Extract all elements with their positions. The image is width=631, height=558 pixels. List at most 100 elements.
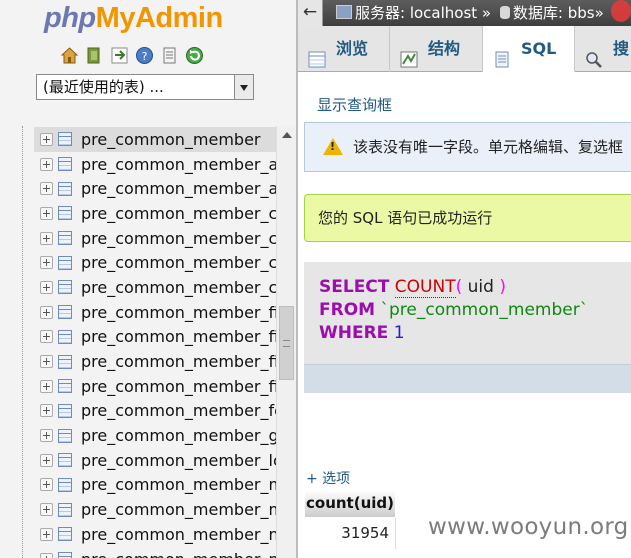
table-icon xyxy=(58,428,72,443)
table-name[interactable]: pre_common_member_fc xyxy=(81,401,276,420)
phpmyadmin-logo[interactable]: phpMyAdmin xyxy=(44,2,223,35)
sql-action-bar xyxy=(304,364,631,393)
table-tree-item[interactable]: pre_common_member_c xyxy=(34,226,276,251)
recent-tables-select[interactable]: (最近使用的表) ... xyxy=(36,74,254,100)
notice-text: 该表没有唯一字段。单元格编辑、复选框 xyxy=(353,138,624,156)
expand-plus-icon[interactable] xyxy=(40,429,53,443)
table-name[interactable]: pre_common_member_m xyxy=(81,475,276,494)
expand-plus-icon[interactable] xyxy=(40,552,53,558)
table-tree-item[interactable]: pre_common_member_fi xyxy=(34,300,276,325)
table-name[interactable]: pre_common_member_a xyxy=(81,155,276,174)
breadcrumb-trail: 服务器: localhost » 数据库: bbs» xyxy=(336,0,604,26)
table-name[interactable]: pre_common_member_lc xyxy=(81,451,276,470)
scroll-up-icon[interactable] xyxy=(282,132,292,138)
table-name[interactable]: pre_common_member_c xyxy=(81,204,276,223)
table-icon xyxy=(58,552,72,558)
table-name[interactable]: pre_common_member_c xyxy=(81,278,276,297)
exit-icon[interactable] xyxy=(85,46,104,65)
expand-plus-icon[interactable] xyxy=(40,280,53,294)
table-name[interactable]: pre_common_member_n xyxy=(81,550,276,558)
table-name[interactable]: pre_common_member_c xyxy=(81,253,276,272)
table-icon xyxy=(58,527,72,542)
table-name[interactable]: pre_common_member_a xyxy=(81,179,276,198)
breadcrumb-database[interactable]: 数据库: bbs» xyxy=(513,4,604,22)
sql-function-count[interactable]: COUNT xyxy=(394,277,456,298)
tab-sql[interactable]: SQL xyxy=(483,26,575,72)
home-icon[interactable] xyxy=(60,46,79,65)
chevron-down-icon[interactable] xyxy=(234,74,254,100)
table-tree-item[interactable]: pre_common_member_c xyxy=(34,201,276,226)
sql-code: SELECT COUNT( uid ) FROM `pre_common_mem… xyxy=(319,276,588,345)
table-name[interactable]: pre_common_member_m xyxy=(81,500,276,519)
table-tree-item[interactable]: pre_common_member_fi xyxy=(34,374,276,399)
warning-icon xyxy=(323,138,343,155)
expand-plus-icon[interactable] xyxy=(40,355,53,369)
table-tree-item[interactable]: pre_common_member_a xyxy=(34,176,276,201)
expand-plus-icon[interactable] xyxy=(40,231,53,245)
table-icon xyxy=(58,157,72,172)
expand-plus-icon[interactable] xyxy=(40,478,53,492)
table-tree-item[interactable]: pre_common_member_n xyxy=(34,522,276,547)
table-name[interactable]: pre_common_member xyxy=(81,130,261,149)
table-tree-item[interactable]: pre_common_member_fc xyxy=(34,399,276,424)
expand-plus-icon[interactable] xyxy=(40,206,53,220)
table-name[interactable]: pre_common_member_c xyxy=(81,229,276,248)
expand-plus-icon[interactable] xyxy=(40,256,53,270)
reload-icon[interactable] xyxy=(185,46,204,65)
table-tree-item[interactable]: pre_common_member_a xyxy=(34,152,276,177)
table-name[interactable]: pre_common_member_fi xyxy=(81,303,276,322)
sql-keyword-select: SELECT xyxy=(319,277,390,297)
table-tree-item[interactable]: pre_common_member_n xyxy=(34,547,276,558)
scroll-thumb[interactable] xyxy=(279,306,294,380)
table-icon xyxy=(58,305,72,320)
expand-plus-icon[interactable] xyxy=(40,404,53,418)
breadcrumb-server[interactable]: 服务器: localhost » xyxy=(355,4,491,22)
table-name[interactable]: pre_common_member_g xyxy=(81,426,276,445)
table-tree-item[interactable]: pre_common_member_c xyxy=(34,275,276,300)
expand-plus-icon[interactable] xyxy=(40,182,53,196)
table-tree-item[interactable]: pre_common_member_fi xyxy=(34,349,276,374)
result-cell[interactable]: 31954 xyxy=(304,518,396,549)
expand-plus-icon[interactable] xyxy=(40,379,53,393)
expand-plus-icon[interactable] xyxy=(40,453,53,467)
expand-plus-icon[interactable] xyxy=(40,330,53,344)
back-button[interactable]: ← xyxy=(298,0,323,26)
table-icon xyxy=(58,255,72,270)
expand-plus-icon[interactable] xyxy=(40,157,53,171)
expand-plus-icon[interactable] xyxy=(40,305,53,319)
tab-search[interactable]: 搜 xyxy=(575,26,631,72)
search-icon xyxy=(585,40,603,68)
main-panel: ← 服务器: localhost » 数据库: bbs» 浏览 结构 SQL 搜… xyxy=(298,0,631,558)
table-tree-item[interactable]: pre_common_member_lc xyxy=(34,448,276,473)
table-tree-item[interactable]: pre_common_member_c xyxy=(34,250,276,275)
tab-bar: 浏览 结构 SQL 搜 xyxy=(298,26,631,72)
result-column-header[interactable]: count(uid) xyxy=(304,489,396,518)
table-tree-item[interactable]: pre_common_member_m xyxy=(34,473,276,498)
expand-plus-icon[interactable] xyxy=(40,503,53,517)
table-tree-item[interactable]: pre_common_member_g xyxy=(34,423,276,448)
table-tree-item[interactable]: pre_common_member xyxy=(34,127,276,152)
expand-plus-icon[interactable] xyxy=(40,132,53,146)
table-name[interactable]: pre_common_member_fi xyxy=(81,352,276,371)
sql-paren-close: ) xyxy=(499,277,506,297)
logo-admin: Admin xyxy=(134,2,223,34)
sql-query-icon[interactable] xyxy=(110,46,129,65)
tab-browse[interactable]: 浏览 xyxy=(298,26,390,72)
table-tree-item[interactable]: pre_common_member_fi xyxy=(34,325,276,350)
table-name[interactable]: pre_common_member_fi xyxy=(81,327,276,346)
tab-structure[interactable]: 结构 xyxy=(390,26,483,72)
options-link[interactable]: + 选项 xyxy=(306,468,350,488)
table-name[interactable]: pre_common_member_n xyxy=(81,525,276,544)
table-name[interactable]: pre_common_member_fi xyxy=(81,377,276,396)
tab-sql-label: SQL xyxy=(521,39,557,58)
logo-php: php xyxy=(44,2,96,34)
tab-structure-label: 结构 xyxy=(428,39,461,58)
table-icon xyxy=(58,206,72,221)
expand-plus-icon[interactable] xyxy=(40,527,53,541)
help-icon[interactable]: ? xyxy=(135,46,154,65)
table-tree-item[interactable]: pre_common_member_m xyxy=(34,497,276,522)
show-query-box-link[interactable]: 显示查询框 xyxy=(317,94,392,115)
docs-icon[interactable] xyxy=(160,46,179,65)
tree-scrollbar[interactable] xyxy=(276,126,296,558)
sql-where-value: 1 xyxy=(393,323,405,343)
